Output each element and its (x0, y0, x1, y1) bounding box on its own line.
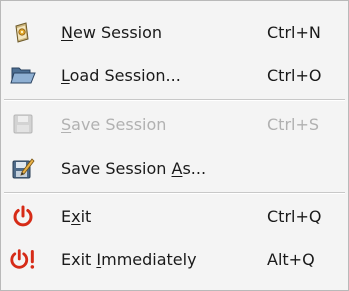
session-menu: New Session Ctrl+N Load Session... Ctrl+… (0, 0, 349, 291)
folder-open-icon (9, 61, 37, 89)
menu-item-exit[interactable]: Exit Ctrl+Q (1, 198, 348, 234)
menu-item-new-session[interactable]: New Session Ctrl+N (1, 14, 348, 50)
menu-item-shortcut: Ctrl+N (267, 22, 321, 42)
menu-item-shortcut: Ctrl+O (267, 65, 322, 85)
menu-item-save-session[interactable]: Save Session Ctrl+S (1, 106, 348, 142)
menu-separator (4, 99, 345, 101)
save-as-icon (9, 154, 37, 182)
menu-item-label: Save Session (61, 114, 167, 134)
menu-item-label: Save Session As... (61, 158, 207, 178)
menu-separator (4, 192, 345, 194)
menu-item-shortcut: Alt+Q (267, 249, 315, 269)
menu-item-shortcut: Ctrl+Q (267, 206, 322, 226)
floppy-disk-icon (9, 110, 37, 138)
power-urgent-icon (9, 245, 37, 273)
menu-item-shortcut: Ctrl+S (267, 114, 320, 134)
power-icon (9, 202, 37, 230)
menu-item-label: Load Session... (61, 65, 181, 85)
menu-item-load-session[interactable]: Load Session... Ctrl+O (1, 57, 348, 93)
new-session-icon (9, 18, 37, 46)
menu-item-save-session-as[interactable]: Save Session As... (1, 150, 348, 186)
menu-item-label: Exit Immediately (61, 249, 197, 269)
menu-item-label: Exit (61, 206, 92, 226)
menu-item-exit-immediately[interactable]: Exit Immediately Alt+Q (1, 241, 348, 277)
menu-item-label: New Session (61, 22, 163, 42)
